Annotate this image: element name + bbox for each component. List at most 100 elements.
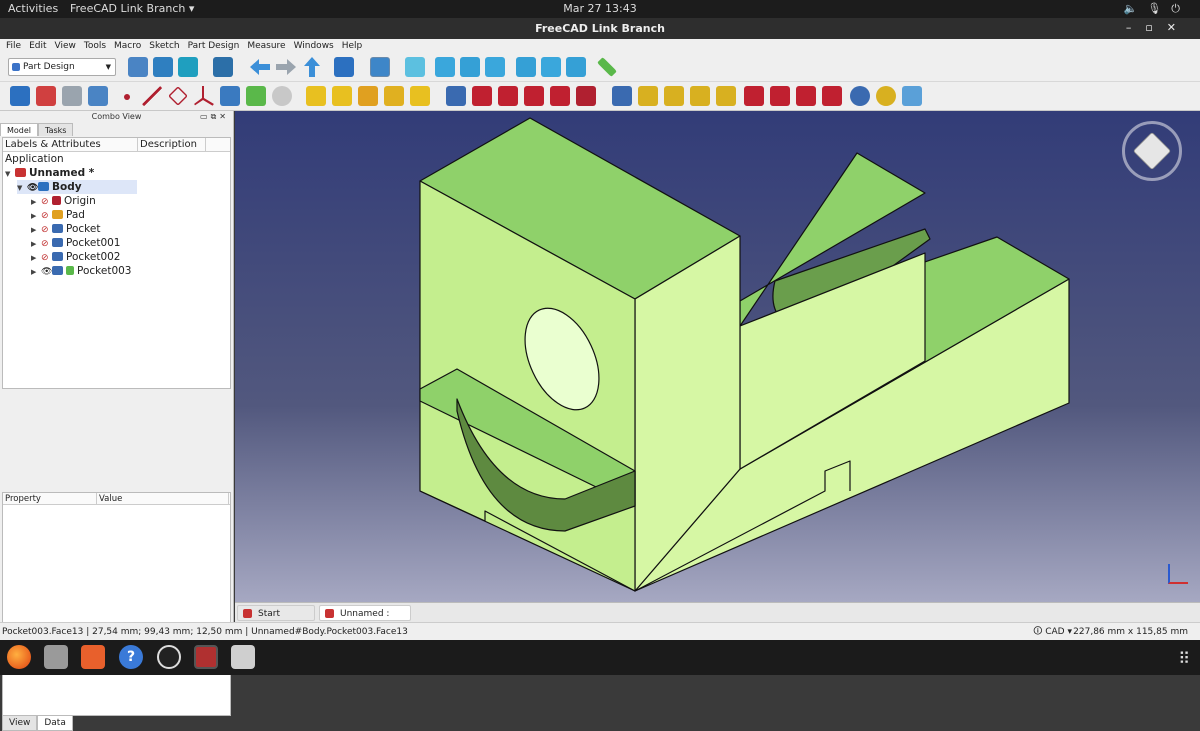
tab-start-page[interactable]: Start page✕	[237, 605, 315, 635]
measure-icon[interactable]	[597, 57, 617, 77]
clock[interactable]: Mar 27 13:43	[0, 2, 1200, 15]
menu-part-design[interactable]: Part Design	[188, 39, 240, 53]
bottom-view-icon[interactable]	[541, 57, 561, 77]
nav-cube[interactable]	[1122, 121, 1182, 181]
menu-measure[interactable]: Measure	[247, 39, 285, 53]
nav-cube-ring[interactable]	[1122, 121, 1182, 181]
tab-model[interactable]: Model	[0, 123, 39, 136]
firefox-icon[interactable]	[7, 645, 31, 669]
tree-item-origin[interactable]: ▶ ⊘ Origin	[31, 194, 96, 208]
tab-view[interactable]: View	[2, 716, 38, 731]
chevron-right-icon[interactable]: ▶	[31, 251, 41, 265]
shape-binder-icon[interactable]	[88, 86, 108, 106]
menu-macro[interactable]: Macro	[114, 39, 141, 53]
fillet-icon[interactable]	[744, 86, 764, 106]
tab-tasks[interactable]: Tasks	[38, 123, 74, 136]
system-tray[interactable]: 🔈🎙⏻	[1124, 2, 1190, 16]
eye-icon[interactable]: 👁	[41, 265, 52, 279]
subtractive-loft-icon[interactable]	[524, 86, 544, 106]
fit-selection-icon[interactable]	[153, 57, 173, 77]
scaled-icon[interactable]	[690, 86, 710, 106]
tab-unnamed[interactable]: Unnamed : 1*✕	[319, 605, 411, 635]
col-labels[interactable]: Labels & Attributes	[3, 138, 138, 151]
eye-hidden-icon[interactable]: ⊘	[41, 237, 52, 251]
chevron-right-icon[interactable]: ▶	[31, 237, 41, 251]
tree-body[interactable]: ▼ 👁 Body	[17, 180, 137, 194]
datum-plane-icon[interactable]	[168, 86, 188, 106]
clone-body-icon[interactable]	[272, 86, 292, 106]
draft-icon[interactable]	[796, 86, 816, 106]
front-view-icon[interactable]	[435, 57, 455, 77]
right-view-icon[interactable]	[485, 57, 505, 77]
subtractive-primitive-icon[interactable]	[576, 86, 596, 106]
tree-item-pocket002[interactable]: ▶ ⊘ Pocket002	[31, 250, 120, 264]
left-view-icon[interactable]	[566, 57, 586, 77]
create-sketch-icon[interactable]	[36, 86, 56, 106]
groove-icon[interactable]	[498, 86, 518, 106]
menu-help[interactable]: Help	[342, 39, 363, 53]
3d-view[interactable]	[235, 111, 1200, 602]
freecad-icon[interactable]	[194, 645, 218, 669]
dock-buttons[interactable]: ▭⧉✕	[200, 111, 229, 123]
fit-all-icon[interactable]	[128, 57, 148, 77]
revolution-icon[interactable]	[332, 86, 352, 106]
isometric-view-icon[interactable]	[405, 57, 425, 77]
top-view-icon[interactable]	[460, 57, 480, 77]
subtractive-pipe-icon[interactable]	[550, 86, 570, 106]
bounding-box-icon[interactable]	[213, 57, 233, 77]
eye-hidden-icon[interactable]: ⊘	[41, 209, 52, 223]
chevron-right-icon[interactable]: ▶	[31, 195, 41, 209]
draw-style-icon[interactable]	[178, 57, 198, 77]
files-icon[interactable]	[44, 645, 68, 669]
software-icon[interactable]	[81, 645, 105, 669]
mirrored-icon[interactable]	[612, 86, 632, 106]
tree-item-pad[interactable]: ▶ ⊘ Pad	[31, 208, 85, 222]
property-view[interactable]: Property Value	[2, 492, 231, 716]
menu-edit[interactable]: Edit	[29, 39, 46, 53]
col-description[interactable]: Description	[138, 138, 206, 151]
menu-sketch[interactable]: Sketch	[149, 39, 179, 53]
obs-icon[interactable]	[157, 645, 181, 669]
sprocket-icon[interactable]	[902, 86, 922, 106]
menu-view[interactable]: View	[55, 39, 76, 53]
chamfer-icon[interactable]	[770, 86, 790, 106]
tree-item-pocket[interactable]: ▶ ⊘ Pocket	[31, 222, 100, 236]
menu-file[interactable]: File	[6, 39, 21, 53]
window-controls[interactable]: –▫✕	[1126, 21, 1190, 34]
migrate-icon[interactable]	[876, 86, 896, 106]
eye-hidden-icon[interactable]: ⊘	[41, 195, 52, 209]
local-cs-icon[interactable]	[194, 86, 214, 106]
tab-data[interactable]: Data	[37, 716, 73, 731]
menu-tools[interactable]: Tools	[84, 39, 106, 53]
sub-shape-binder-icon[interactable]	[246, 86, 266, 106]
rear-view-icon[interactable]	[516, 57, 536, 77]
chevron-down-icon[interactable]: ▼	[5, 167, 15, 181]
model-tree[interactable]: Labels & Attributes Description Applicat…	[2, 137, 231, 389]
datum-point-icon[interactable]	[124, 94, 130, 100]
thickness-icon[interactable]	[822, 86, 842, 106]
chevron-right-icon[interactable]: ▶	[31, 209, 41, 223]
workbench-selector[interactable]: Part Design ▼	[8, 58, 116, 76]
boolean-icon[interactable]	[850, 86, 870, 106]
body-icon[interactable]	[10, 86, 30, 106]
eye-hidden-icon[interactable]: ⊘	[41, 223, 52, 237]
polar-pattern-icon[interactable]	[664, 86, 684, 106]
validate-sketch-icon[interactable]	[62, 86, 82, 106]
help-icon[interactable]: ?	[119, 645, 143, 669]
col-property[interactable]: Property	[3, 493, 97, 504]
loft-icon[interactable]	[358, 86, 378, 106]
tree-document[interactable]: ▼ Unnamed *	[5, 166, 94, 180]
chevron-right-icon[interactable]: ▶	[31, 265, 41, 279]
pocket-icon[interactable]	[446, 86, 466, 106]
clone-icon[interactable]	[220, 86, 240, 106]
image-viewer-icon[interactable]	[231, 645, 255, 669]
zoom-icon[interactable]	[370, 57, 390, 77]
app-grid-icon[interactable]: ⠿	[1178, 649, 1190, 668]
menu-windows[interactable]: Windows	[294, 39, 334, 53]
pad-icon[interactable]	[306, 86, 326, 106]
nav-style-selector[interactable]: 🛈 CAD ▾	[1033, 623, 1072, 641]
chevron-down-icon[interactable]: ▼	[17, 181, 27, 195]
part-model[interactable]	[235, 111, 1200, 602]
chevron-right-icon[interactable]: ▶	[31, 223, 41, 237]
col-value[interactable]: Value	[97, 493, 229, 504]
